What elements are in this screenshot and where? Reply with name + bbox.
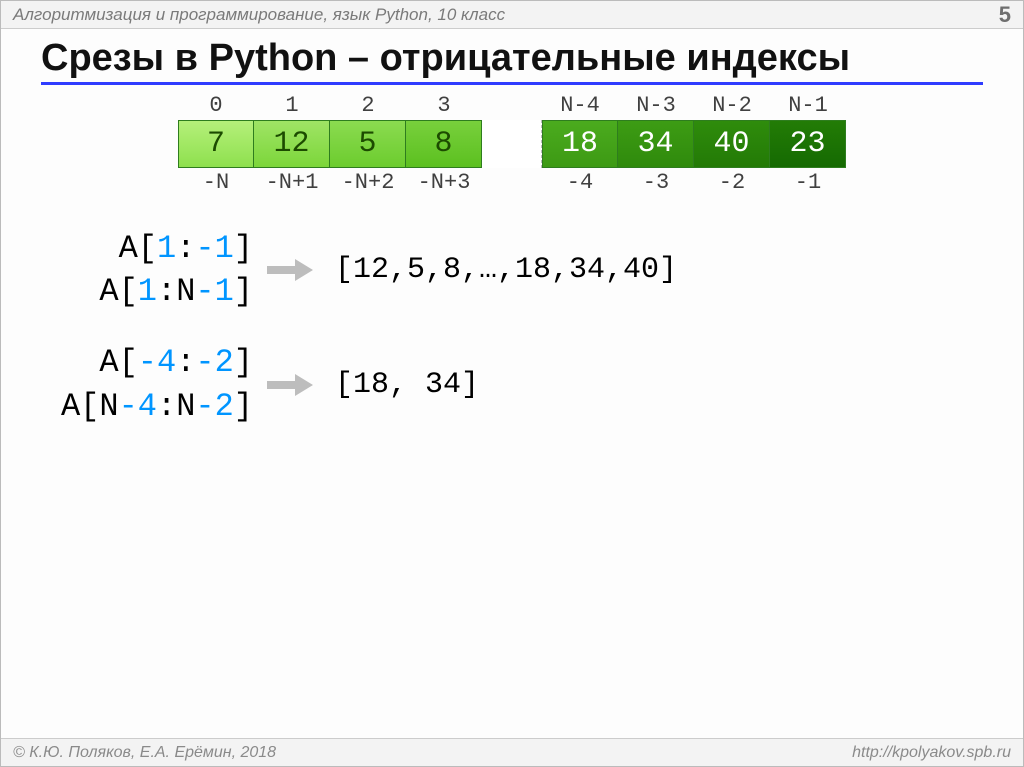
examples-block: A[1:-1] A[1:N-1] [12,5,8,…,18,34,40] A[-… [1, 227, 1023, 428]
array-cell: 34 [618, 120, 694, 168]
code-frag: 1 [138, 273, 157, 310]
code-frag: :N [157, 273, 195, 310]
example-2-code: A[-4:-2] A[N-4:N-2] [1, 341, 261, 427]
index-bottom-row: -N -N+1 -N+2 -N+3 -4 -3 -2 -1 [178, 168, 846, 197]
code-frag: -2 [195, 388, 233, 425]
idx-bot: -N+1 [254, 168, 330, 197]
example-1-code: A[1:-1] A[1:N-1] [1, 227, 261, 313]
array-cells-row: 7 12 5 8 18 34 40 23 [178, 120, 846, 168]
course-label: Алгоритмизация и программирование, язык … [13, 5, 505, 25]
array-cell: 40 [694, 120, 770, 168]
array-cell: 5 [330, 120, 406, 168]
idx-top: 1 [254, 91, 330, 120]
code-frag: -4 [138, 344, 176, 381]
ellipsis-gap [482, 120, 542, 168]
code-frag: ] [234, 273, 253, 310]
array-cell: 8 [406, 120, 482, 168]
idx-bot: -N+2 [330, 168, 406, 197]
example-1: A[1:-1] A[1:N-1] [12,5,8,…,18,34,40] [1, 227, 1023, 313]
idx-top: N-2 [694, 91, 770, 120]
idx-bot: -N+3 [406, 168, 482, 197]
code-frag: -1 [195, 230, 233, 267]
index-top-row: 0 1 2 3 N-4 N-3 N-2 N-1 [178, 91, 846, 120]
array-cell: 23 [770, 120, 846, 168]
array-cell: 7 [178, 120, 254, 168]
footer-url: http://kpolyakov.spb.ru [852, 744, 1011, 762]
ellipsis-gap [482, 91, 542, 120]
array-cell: 12 [254, 120, 330, 168]
ellipsis-gap [482, 168, 542, 197]
code-frag: A[ [99, 273, 137, 310]
header-bar: Алгоритмизация и программирование, язык … [1, 1, 1023, 29]
idx-top: N-3 [618, 91, 694, 120]
code-frag: -2 [195, 344, 233, 381]
footer-bar: © К.Ю. Поляков, Е.А. Ерёмин, 2018 http:/… [1, 738, 1023, 766]
example-1-result: [12,5,8,…,18,34,40] [321, 253, 677, 287]
page-number: 5 [999, 2, 1011, 28]
example-2: A[-4:-2] A[N-4:N-2] [18, 34] [1, 341, 1023, 427]
idx-bot: -4 [542, 168, 618, 197]
code-frag: : [176, 344, 195, 381]
code-frag: :N [157, 388, 195, 425]
idx-top: 3 [406, 91, 482, 120]
idx-top: 2 [330, 91, 406, 120]
idx-bot: -N [178, 168, 254, 197]
idx-bot: -3 [618, 168, 694, 197]
idx-top: 0 [178, 91, 254, 120]
code-frag: -1 [195, 273, 233, 310]
idx-bot: -2 [694, 168, 770, 197]
arrow-icon [267, 261, 315, 279]
copyright-label: © К.Ю. Поляков, Е.А. Ерёмин, 2018 [13, 744, 276, 762]
arrow-icon [267, 376, 315, 394]
slide-title: Срезы в Python – отрицательные индексы [41, 37, 983, 85]
idx-top: N-1 [770, 91, 846, 120]
code-frag: ] [234, 388, 253, 425]
example-2-result: [18, 34] [321, 368, 479, 402]
array-cell: 18 [542, 120, 618, 168]
code-frag: A[N [61, 388, 119, 425]
array-diagram: 0 1 2 3 N-4 N-3 N-2 N-1 7 12 5 8 18 34 4… [1, 91, 1023, 197]
code-frag: ] [234, 344, 253, 381]
code-frag: A[ [119, 230, 157, 267]
code-frag: -4 [119, 388, 157, 425]
idx-bot: -1 [770, 168, 846, 197]
code-frag: ] [234, 230, 253, 267]
code-frag: : [176, 230, 195, 267]
code-frag: A[ [99, 344, 137, 381]
code-frag: 1 [157, 230, 176, 267]
idx-top: N-4 [542, 91, 618, 120]
